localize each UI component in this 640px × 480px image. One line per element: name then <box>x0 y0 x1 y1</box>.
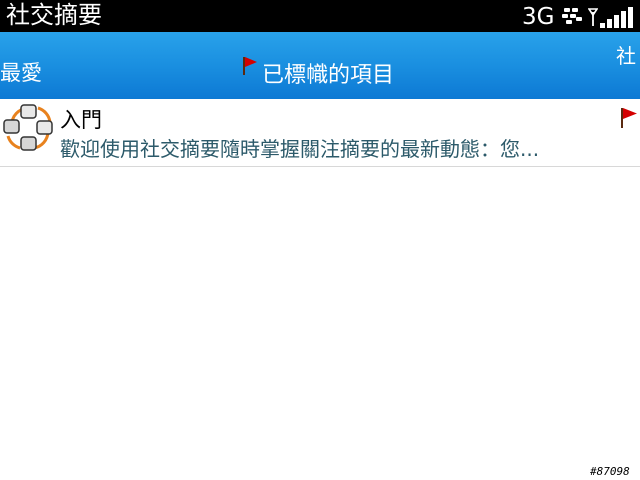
network-indicator: 3G <box>522 4 555 30</box>
tab-social[interactable]: 社 <box>616 40 636 69</box>
category-tab-bar: 最愛 已標幟的項目 社 <box>0 32 640 99</box>
social-feeds-icon <box>3 104 53 151</box>
flag-icon <box>243 57 257 75</box>
item-title: 入門 <box>60 108 102 132</box>
blackberry-logo-icon <box>562 7 582 25</box>
status-bar: 社交摘要 3G <box>0 0 640 32</box>
feed-list: 入門 歡迎使用社交摘要隨時掌握關注摘要的最新動態：您... <box>0 99 640 167</box>
antenna-icon <box>588 8 598 26</box>
signal-strength-icon <box>588 6 636 28</box>
tab-flagged-items-label: 已標幟的項目 <box>262 63 395 88</box>
watermark: #87098 <box>590 465 630 478</box>
flag-icon <box>621 108 637 128</box>
item-summary: 歡迎使用社交摘要隨時掌握關注摘要的最新動態：您... <box>60 137 540 161</box>
tab-favorites[interactable]: 最愛 <box>0 57 42 87</box>
list-item[interactable]: 入門 歡迎使用社交摘要隨時掌握關注摘要的最新動態：您... <box>0 99 640 167</box>
app-title: 社交摘要 <box>6 1 102 29</box>
